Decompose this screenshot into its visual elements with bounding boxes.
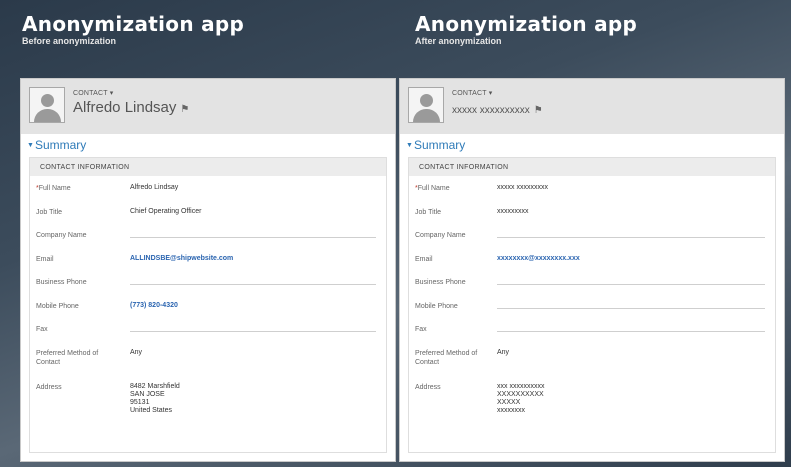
- contact-information-section: CONTACT INFORMATION *Full Name Alfredo L…: [29, 157, 387, 453]
- field-company-name[interactable]: Company Name: [409, 223, 775, 247]
- empty-field-line: [497, 331, 765, 332]
- field-address[interactable]: Address xxx xxxxxxxxxx XXXXXXXXXX XXXXX …: [409, 375, 775, 435]
- field-full-name[interactable]: *Full Name xxxxx xxxxxxxxx: [409, 176, 775, 200]
- field-fax[interactable]: Fax: [409, 317, 775, 341]
- field-full-name[interactable]: *Full Name Alfredo Lindsay: [30, 176, 386, 200]
- field-business-phone[interactable]: Business Phone: [30, 270, 386, 294]
- field-value: Any: [130, 348, 143, 356]
- field-label: Preferred Method of Contact: [36, 349, 99, 366]
- field-company-name[interactable]: Company Name: [30, 223, 386, 247]
- entity-selector[interactable]: CONTACT ▾: [452, 89, 492, 97]
- empty-field-line: [497, 284, 765, 285]
- field-value: Chief Operating Officer: [130, 207, 202, 215]
- contact-header: CONTACT ▾ xxxxx xxxxxxxxxx ⚑: [400, 79, 784, 134]
- empty-field-line: [130, 284, 376, 285]
- field-label: Email: [415, 255, 433, 263]
- field-label: Email: [36, 255, 54, 263]
- panel-before: Anonymization app Before anonymization C…: [4, 0, 396, 467]
- section-title: CONTACT INFORMATION: [30, 158, 386, 176]
- caret-down-icon: ▾: [488, 90, 493, 97]
- field-label: Full Name: [38, 185, 71, 192]
- contact-information-section: CONTACT INFORMATION *Full Name xxxxx xxx…: [408, 157, 776, 453]
- field-label: Company Name: [36, 232, 87, 239]
- field-label: Fax: [36, 326, 48, 333]
- field-label: Company Name: [415, 232, 466, 239]
- field-value: Alfredo Lindsay: [130, 184, 179, 191]
- field-label: Mobile Phone: [36, 302, 79, 310]
- field-preferred-contact[interactable]: Preferred Method of Contact Any: [30, 341, 386, 375]
- contact-header: CONTACT ▾ Alfredo Lindsay ⚑: [21, 79, 395, 134]
- field-label: Job Title: [415, 208, 442, 216]
- section-title: CONTACT INFORMATION: [409, 158, 775, 176]
- email-link[interactable]: ALLINDSBE@shipwebsite.com: [130, 255, 233, 263]
- field-mobile-phone[interactable]: Mobile Phone: [409, 294, 775, 318]
- field-label: Job Title: [36, 208, 63, 216]
- address-value: xxx xxxxxxxxxx XXXXXXXXXX XXXXX xxxxxxxx: [497, 382, 545, 414]
- entity-selector[interactable]: CONTACT ▾: [73, 89, 113, 97]
- field-label: Preferred Method of Contact: [415, 349, 478, 366]
- field-job-title[interactable]: Job Title Chief Operating Officer: [30, 200, 386, 224]
- field-job-title[interactable]: Job Title xxxxxxxxx: [409, 200, 775, 224]
- field-value: Any: [497, 348, 510, 356]
- empty-field-line: [130, 331, 376, 332]
- address-value: 8482 Marshfield SAN JOSE 95131 United St…: [130, 382, 180, 414]
- avatar-icon: [408, 87, 444, 123]
- flag-icon[interactable]: ⚑: [534, 105, 543, 116]
- empty-field-line: [497, 307, 765, 309]
- field-label: Mobile Phone: [415, 302, 458, 310]
- contact-card: CONTACT ▾ xxxxx xxxxxxxxxx ⚑ ▼Summary CON…: [399, 78, 785, 462]
- summary-tab[interactable]: ▼Summary: [21, 134, 395, 154]
- panel-header: Anonymization app After anonymization: [397, 0, 788, 78]
- contact-name: Alfredo Lindsay ⚑: [73, 99, 190, 116]
- app-title: Anonymization app: [415, 12, 638, 36]
- field-label: Business Phone: [415, 279, 466, 286]
- field-label: Full Name: [417, 185, 450, 192]
- phone-link[interactable]: (773) 820-4320: [130, 302, 178, 310]
- flag-icon[interactable]: ⚑: [180, 104, 189, 115]
- field-fax[interactable]: Fax: [30, 317, 386, 341]
- avatar-icon: [29, 87, 65, 123]
- contact-name: xxxxx xxxxxxxxxx ⚑: [452, 105, 543, 116]
- app-title: Anonymization app: [22, 12, 245, 36]
- app-subtitle: After anonymization: [415, 36, 502, 46]
- field-preferred-contact[interactable]: Preferred Method of Contact Any: [409, 341, 775, 375]
- panel-after: Anonymization app After anonymization CO…: [397, 0, 788, 467]
- caret-down-icon: ▾: [109, 90, 114, 97]
- email-link[interactable]: xxxxxxxx@xxxxxxxx.xxx: [497, 255, 580, 263]
- field-label: Fax: [415, 326, 427, 333]
- field-email[interactable]: Email ALLINDSBE@shipwebsite.com: [30, 247, 386, 271]
- app-subtitle: Before anonymization: [22, 36, 117, 46]
- summary-tab[interactable]: ▼Summary: [400, 134, 784, 154]
- field-value: xxxxx xxxxxxxxx: [497, 184, 548, 191]
- field-label: Address: [36, 383, 62, 391]
- contact-card: CONTACT ▾ Alfredo Lindsay ⚑ ▼Summary CONT…: [20, 78, 396, 462]
- empty-field-line: [130, 237, 376, 238]
- chevron-down-icon: ▼: [27, 142, 34, 149]
- field-value: xxxxxxxxx: [497, 207, 529, 215]
- panel-header: Anonymization app Before anonymization: [4, 0, 395, 78]
- chevron-down-icon: ▼: [406, 142, 413, 149]
- field-email[interactable]: Email xxxxxxxx@xxxxxxxx.xxx: [409, 247, 775, 271]
- field-label: Address: [415, 383, 441, 391]
- field-label: Business Phone: [36, 279, 87, 286]
- field-address[interactable]: Address 8482 Marshfield SAN JOSE 95131 U…: [30, 375, 386, 435]
- field-business-phone[interactable]: Business Phone: [409, 270, 775, 294]
- field-mobile-phone[interactable]: Mobile Phone (773) 820-4320: [30, 294, 386, 318]
- empty-field-line: [497, 237, 765, 238]
